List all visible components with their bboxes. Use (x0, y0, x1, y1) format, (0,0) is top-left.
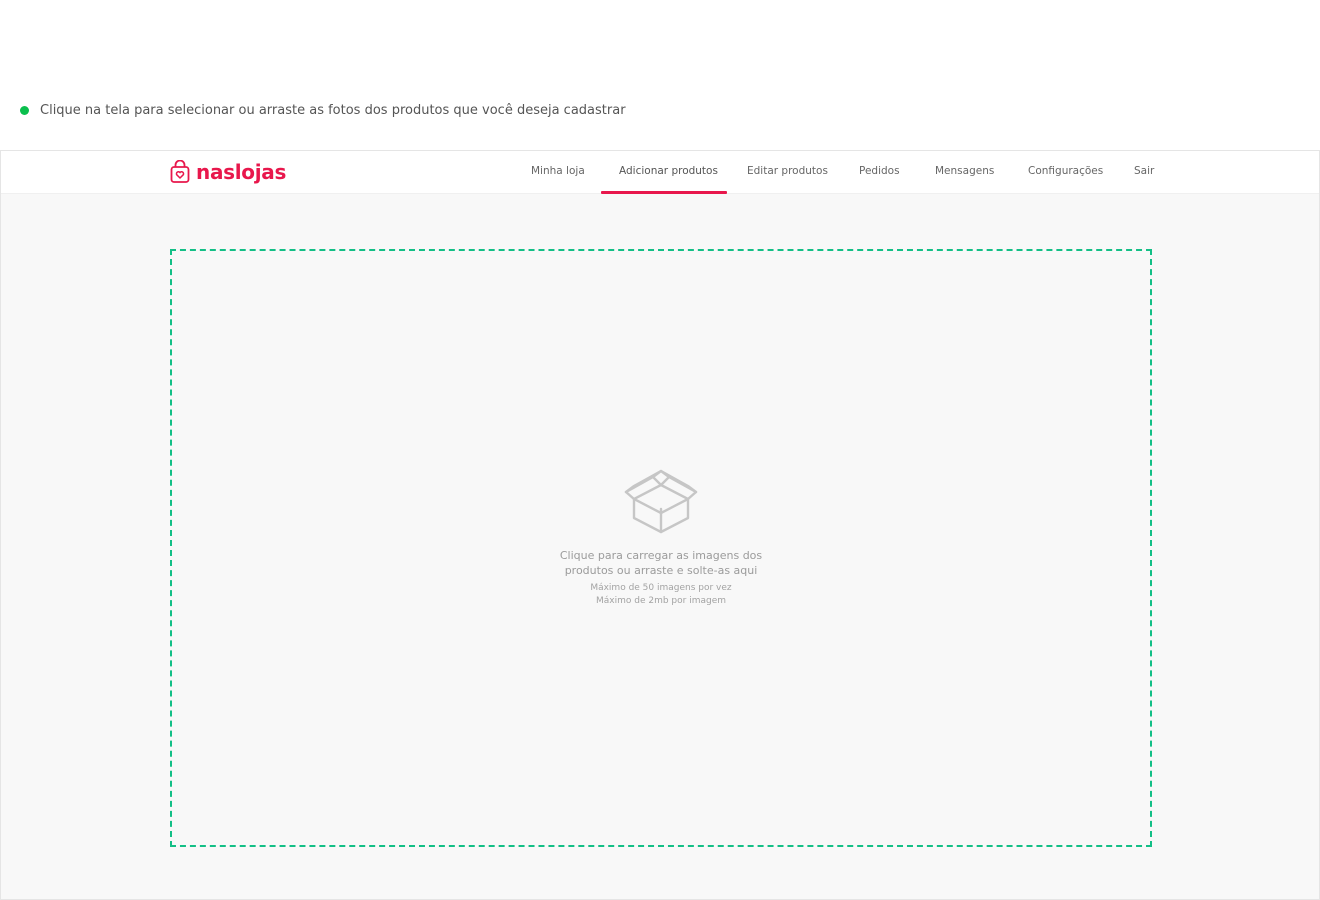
upload-limit-size: Máximo de 2mb por imagem (596, 596, 726, 606)
open-box-icon (624, 469, 698, 534)
status-dot (20, 105, 29, 115)
nav-item-sair[interactable]: Sair (1134, 151, 1154, 194)
nav-item-configuracoes[interactable]: Configurações (1028, 151, 1103, 194)
instruction-banner: Clique na tela para selecionar ou arrast… (20, 100, 626, 120)
nav-item-adicionar-produtos[interactable]: Adicionar produtos (619, 151, 718, 194)
top-navbar: naslojas Minha loja Adicionar produtos E… (1, 151, 1319, 194)
main-nav: Minha loja Adicionar produtos Editar pro… (1, 151, 1319, 194)
upload-instruction-line2: produtos ou arraste e solte-as aqui (564, 564, 758, 577)
upload-limit-count: Máximo de 50 imagens por vez (590, 583, 732, 593)
dropzone-content: Clique para carregar as imagens dos prod… (172, 462, 1150, 608)
nav-item-mensagens[interactable]: Mensagens (935, 151, 994, 194)
nav-item-minha-loja[interactable]: Minha loja (531, 151, 585, 194)
upload-instruction-line1: Clique para carregar as imagens dos (559, 549, 763, 562)
instruction-text: Clique na tela para selecionar ou arrast… (40, 102, 626, 118)
nav-item-pedidos[interactable]: Pedidos (859, 151, 900, 194)
image-upload-dropzone[interactable]: Clique para carregar as imagens dos prod… (170, 249, 1152, 847)
active-tab-indicator (601, 191, 727, 194)
app-frame: naslojas Minha loja Adicionar produtos E… (0, 150, 1320, 900)
nav-item-editar-produtos[interactable]: Editar produtos (747, 151, 828, 194)
